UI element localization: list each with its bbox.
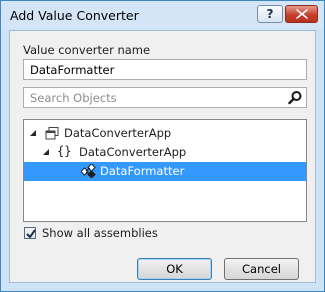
close-icon: [296, 9, 308, 19]
show-all-assemblies-label[interactable]: Show all assemblies: [42, 226, 158, 240]
close-button[interactable]: [285, 5, 318, 23]
show-all-assemblies-checkbox[interactable]: [24, 227, 36, 239]
add-value-converter-dialog: Add Value Converter ? Value converter na…: [0, 0, 325, 292]
expanded-arrow-icon[interactable]: [30, 130, 37, 137]
assembly-icon: [45, 127, 59, 140]
search-icon[interactable]: [288, 90, 303, 105]
title-bar[interactable]: Add Value Converter ?: [1, 1, 324, 29]
dialog-body: Value converter name DataFormatter DataC…: [9, 30, 316, 283]
checkmark-icon: [26, 229, 36, 239]
tree-item-label: DataConverterApp: [79, 145, 187, 159]
tree-item-class[interactable]: DataFormatter: [24, 162, 306, 181]
object-tree[interactable]: DataConverterApp {} DataConverterApp Dat…: [23, 119, 307, 222]
search-box: [23, 87, 307, 108]
help-button[interactable]: ?: [257, 5, 283, 23]
converter-name-label: Value converter name: [23, 43, 151, 57]
cancel-button[interactable]: Cancel: [224, 258, 299, 280]
expanded-arrow-icon[interactable]: [43, 149, 50, 156]
tree-item-assembly[interactable]: DataConverterApp: [24, 124, 306, 143]
tree-item-namespace[interactable]: {} DataConverterApp: [24, 143, 306, 162]
class-icon: [81, 164, 96, 178]
tree-item-label: DataFormatter: [100, 164, 185, 178]
namespace-icon: {}: [57, 144, 72, 158]
tree-item-label: DataConverterApp: [64, 126, 172, 140]
converter-name-field[interactable]: DataFormatter: [23, 59, 307, 80]
window-title: Add Value Converter: [10, 8, 139, 23]
ok-button[interactable]: OK: [137, 258, 212, 280]
search-objects-input[interactable]: [24, 88, 280, 107]
